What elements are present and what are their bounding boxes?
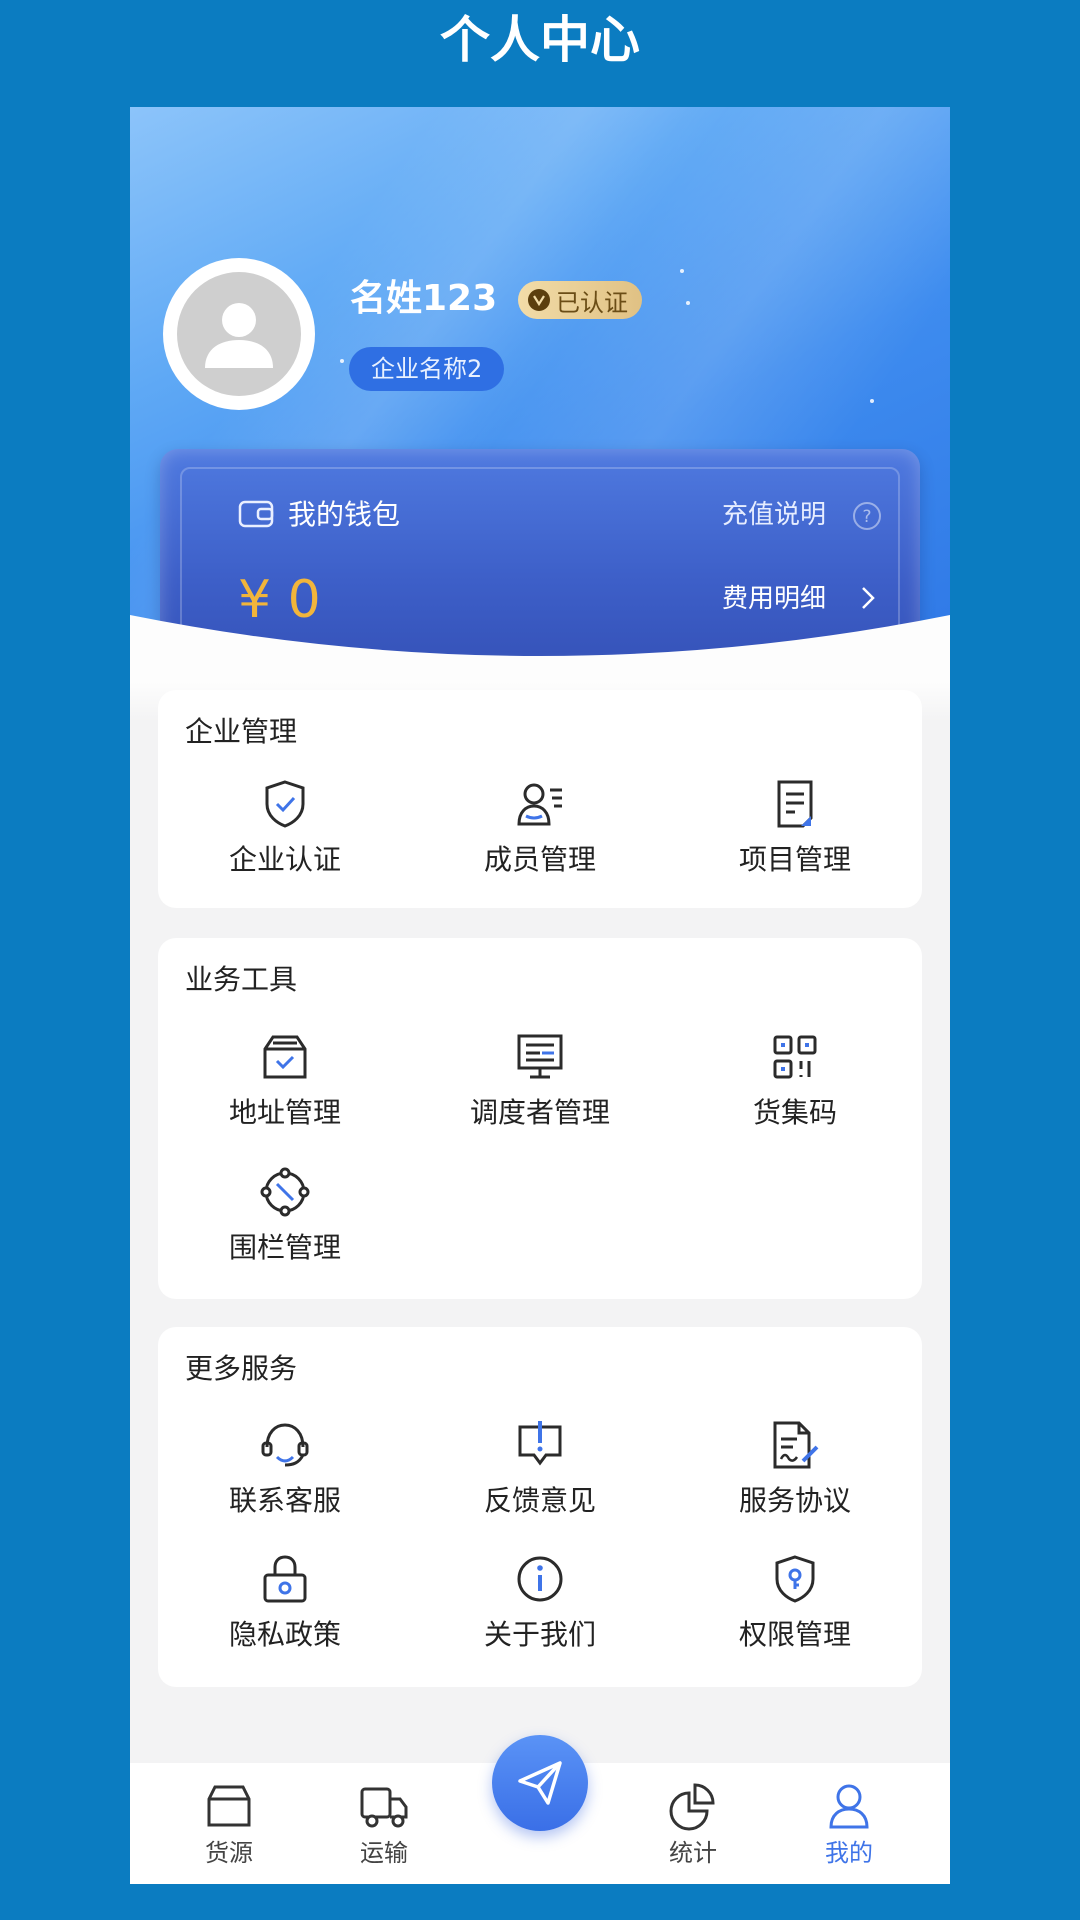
header-curve (130, 615, 950, 687)
grid-item-label: 关于我们 (483, 1618, 596, 1651)
info-icon (517, 1556, 563, 1602)
section-title: 更多服务 (185, 1352, 298, 1385)
more-services-section: 更多服务 联系客服 反馈意见 服务协议 隐私政策 关于我们 权限管理 (158, 1327, 922, 1687)
grid-item-label: 权限管理 (738, 1618, 851, 1651)
recharge-info-link[interactable]: 充值说明 (722, 495, 826, 535)
about-us-button[interactable]: 关于我们 (413, 1553, 667, 1655)
service-agreement-button[interactable]: 服务协议 (668, 1419, 922, 1521)
grid-item-label: 调度者管理 (469, 1096, 610, 1129)
project-manage-button[interactable]: 项目管理 (668, 778, 922, 880)
lock-icon (263, 1555, 307, 1603)
truck-icon (360, 1787, 408, 1828)
tab-label: 统计 (669, 1839, 717, 1867)
section-title: 业务工具 (185, 963, 298, 996)
grid-item-label: 反馈意见 (483, 1484, 596, 1517)
section-title: 企业管理 (185, 715, 298, 748)
avatar-placeholder-icon (177, 272, 301, 396)
qr-code-button[interactable]: 货集码 (668, 1031, 922, 1133)
document-icon (777, 780, 813, 828)
box-icon (207, 1785, 251, 1827)
grid-item-label: 围栏管理 (228, 1231, 341, 1264)
tab-mine[interactable]: 我的 (789, 1763, 909, 1871)
sparkle (686, 301, 690, 305)
page-title: 个人中心 (440, 11, 640, 69)
monitor-icon (517, 1034, 563, 1079)
paper-plane-icon (518, 1761, 562, 1805)
grid-item-label: 项目管理 (738, 843, 851, 876)
user-name: 名姓123 (350, 278, 498, 319)
tab-label: 运输 (360, 1839, 408, 1867)
sparkle (870, 399, 874, 403)
qr-code-icon (773, 1035, 817, 1079)
address-manage-button[interactable]: 地址管理 (158, 1031, 412, 1133)
grid-item-label: 服务协议 (738, 1484, 851, 1517)
svg-text:?: ? (862, 507, 871, 527)
company-tag: 企业名称2 (349, 347, 505, 391)
tab-label: 货源 (205, 1839, 253, 1867)
enterprise-cert-button[interactable]: 企业认证 (158, 778, 412, 880)
verified-label: 已认证 (556, 288, 628, 317)
help-icon[interactable]: ? (852, 501, 882, 535)
privacy-policy-button[interactable]: 隐私政策 (158, 1553, 412, 1655)
wallet-icon (238, 499, 274, 533)
dispatcher-manage-button[interactable]: 调度者管理 (413, 1031, 667, 1133)
enterprise-section: 企业管理 企业认证 成员管理 项目管理 (158, 690, 922, 908)
avatar[interactable] (163, 258, 315, 410)
app-screen: 名姓123 已认证 企业名称2 我的钱包 充值说明 ? ¥ 0 费用明细 企业管… (130, 107, 950, 1884)
grid-item-label: 企业认证 (228, 843, 341, 876)
fence-manage-button[interactable]: 围栏管理 (158, 1166, 412, 1268)
shield-check-icon (265, 780, 305, 828)
wallet-title: 我的钱包 (288, 498, 401, 531)
user-icon (829, 1784, 869, 1829)
key-shield-icon (775, 1555, 815, 1603)
address-box-icon (263, 1035, 307, 1079)
fence-icon (260, 1167, 310, 1217)
verified-icon (528, 289, 550, 311)
feedback-button[interactable]: 反馈意见 (413, 1419, 667, 1521)
agreement-icon (773, 1421, 819, 1469)
grid-item-label: 隐私政策 (228, 1618, 341, 1651)
tab-label: 我的 (825, 1839, 873, 1867)
pie-chart-icon (669, 1783, 715, 1831)
customer-service-button[interactable]: 联系客服 (158, 1419, 412, 1521)
verified-badge: 已认证 (518, 281, 642, 319)
center-send-button[interactable] (492, 1735, 588, 1831)
grid-item-label: 地址管理 (228, 1096, 341, 1129)
sparkle (340, 359, 344, 363)
tab-statistics[interactable]: 统计 (633, 1763, 753, 1871)
member-manage-button[interactable]: 成员管理 (413, 778, 667, 880)
tab-transport[interactable]: 运输 (324, 1763, 444, 1871)
tab-goods[interactable]: 货源 (169, 1763, 289, 1871)
feedback-icon (518, 1421, 562, 1466)
headset-icon (261, 1423, 309, 1467)
grid-item-label: 联系客服 (228, 1484, 341, 1517)
member-icon (517, 783, 562, 826)
grid-item-label: 货集码 (752, 1096, 837, 1129)
permission-manage-button[interactable]: 权限管理 (668, 1553, 922, 1655)
grid-item-label: 成员管理 (483, 843, 596, 876)
profile-header: 名姓123 已认证 企业名称2 我的钱包 充值说明 ? ¥ 0 费用明细 (130, 107, 950, 667)
tools-section: 业务工具 地址管理 调度者管理 货集码 围栏管理 (158, 938, 922, 1299)
sparkle (680, 269, 684, 273)
